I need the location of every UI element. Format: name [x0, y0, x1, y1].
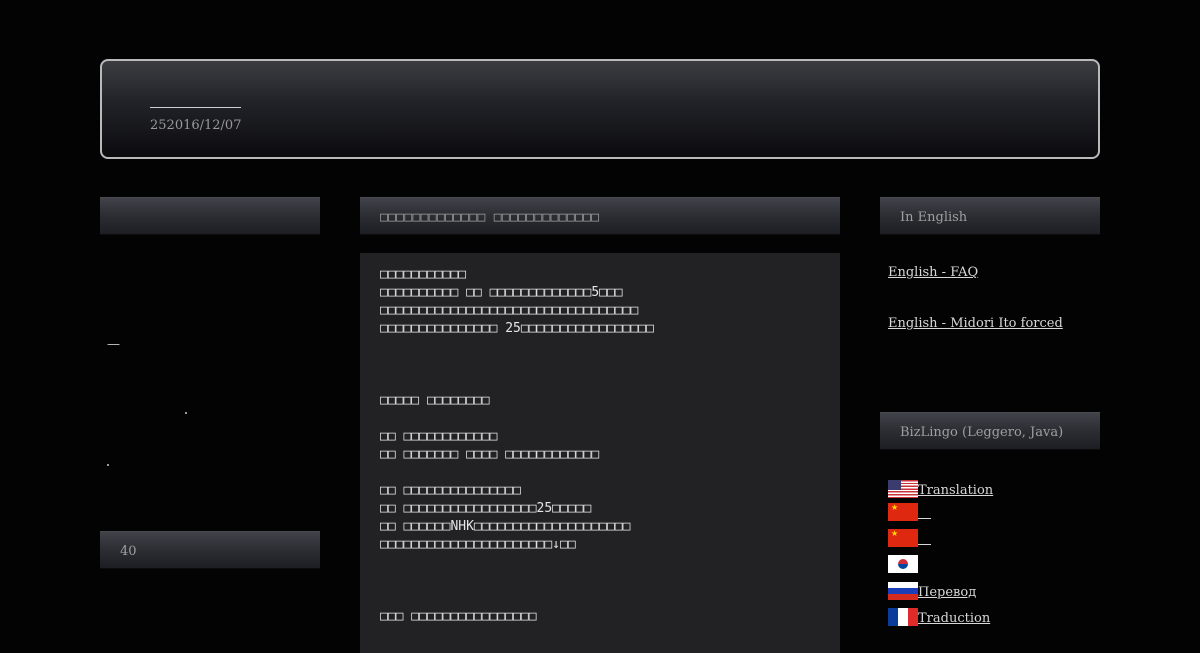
post-line: □□□□□ □□□□□□□□	[380, 393, 490, 408]
post-line: □□□ □□□□□□□□□□□□□□□□	[380, 609, 537, 624]
post-body: □□□□□□□□□□□ □□□□□□□□□□ □□ □□□□□□□□□□□□□5…	[360, 253, 840, 653]
us-flag-icon	[888, 480, 918, 498]
post-line: □□ □□□□□□NHK□□□□□□□□□□□□□□□□□□□□	[380, 519, 631, 534]
france-flag-icon	[888, 608, 918, 626]
language-link[interactable]: Traduction	[918, 612, 990, 626]
language-item-english[interactable]: Translation	[888, 478, 993, 498]
post-line: □□□□□□□□□□□□□□□□□□□□□□↓□□	[380, 537, 576, 552]
english-midori-ito-link[interactable]: English - Midori Ito forced	[888, 316, 1063, 331]
korea-flag-icon	[888, 555, 918, 573]
language-item-russian[interactable]: Перевод	[888, 580, 976, 600]
language-link[interactable]: ＿	[918, 507, 931, 521]
post-line: □□□□□□□□□□□	[380, 267, 467, 282]
language-item-chinese[interactable]: ★ ＿	[888, 527, 931, 547]
language-item-chinese[interactable]: ★ ＿	[888, 501, 931, 521]
post-line: □□□□□□□□□□□□□□□□□□□□□□□□□□□□□□□□□	[380, 303, 639, 318]
left-sidebar-header	[100, 197, 320, 235]
left-sidebar-dot	[185, 412, 187, 414]
language-link[interactable]: Перевод	[918, 586, 976, 600]
language-link[interactable]: ＿	[918, 533, 931, 547]
post-title[interactable]: □□□□□□□□□□□□□ □□□□□□□□□□□□□	[360, 197, 840, 235]
post-line: □□ □□□□□□□□□□□□□□□□□25□□□□□	[380, 501, 592, 516]
china-flag-icon: ★	[888, 529, 918, 547]
post-line: □□ □□□□□□□ □□□□ □□□□□□□□□□□□	[380, 447, 600, 462]
post-line: □□ □□□□□□□□□□□□	[380, 429, 498, 444]
bizlingo-header: BizLingo (Leggero, Java)	[880, 412, 1100, 450]
post-line: □□□□□□□□□□ □□ □□□□□□□□□□□□□5□□□	[380, 285, 623, 300]
left-sidebar-dash: —	[107, 337, 120, 352]
left-sidebar-count-header: 40	[100, 531, 320, 569]
site-title-underline[interactable]	[150, 107, 241, 108]
header-date: 252016/12/07	[150, 118, 242, 133]
china-flag-icon: ★	[888, 503, 918, 521]
post-line: □□□□□□□□□□□□□□□ 25□□□□□□□□□□□□□□□□□	[380, 321, 654, 336]
post-line: □□ □□□□□□□□□□□□□□□	[380, 483, 521, 498]
language-item-korean[interactable]	[888, 553, 918, 573]
russia-flag-icon	[888, 582, 918, 600]
english-faq-link[interactable]: English - FAQ	[888, 265, 978, 280]
site-header: 252016/12/07	[100, 59, 1100, 159]
language-link[interactable]: Translation	[918, 484, 993, 498]
left-sidebar-dot	[107, 464, 109, 466]
in-english-header: In English	[880, 197, 1100, 235]
language-item-french[interactable]: Traduction	[888, 606, 990, 626]
